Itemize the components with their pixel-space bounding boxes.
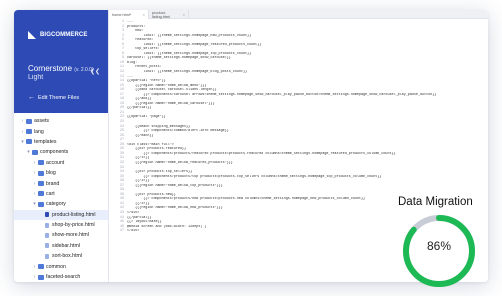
code-text: {{{region name="home_below_new_products"…: [127, 206, 223, 211]
folder-icon: [38, 191, 44, 197]
line-number: 47: [119, 229, 124, 234]
edit-theme-files-link[interactable]: ← Edit Theme Files: [28, 94, 79, 101]
folder-icon: [26, 139, 32, 145]
folder-icon: [38, 181, 44, 187]
tree-item-label: shop-by-price.html: [52, 222, 95, 229]
code-text: {{/partial}}: [127, 106, 152, 111]
sidebar-header: BIGCOMMERCE Cornerstone (v. 2.0.0) Light…: [14, 10, 108, 113]
folder-icon: [38, 264, 44, 270]
migration-percent: 86%: [426, 239, 452, 253]
folder-icon: [26, 129, 32, 135]
tree-item-label: common: [46, 263, 66, 270]
tree-item-label: account: [46, 159, 65, 166]
folder-icon: [38, 170, 44, 176]
tree-item-label: cart: [46, 190, 55, 197]
editor-tab-label: product-listing.html: [152, 10, 170, 19]
tree-folder[interactable]: › brand: [14, 178, 108, 188]
file-icon: [45, 212, 49, 218]
tree-item-label: show-more.html: [52, 232, 89, 239]
file-icon: [45, 222, 49, 228]
chevron-right-icon: ›: [33, 170, 36, 177]
file-icon: [45, 232, 49, 238]
folder-icon: [38, 274, 44, 280]
folder-icon: [26, 118, 32, 124]
tree-item-label: components: [40, 149, 69, 156]
code-text: {{{region name="home_below_top_products"…: [127, 183, 223, 188]
tree-item-label: category: [46, 201, 66, 208]
code-text: carousel: {{theme_settings.homepage_show…: [127, 56, 231, 61]
brand-name: BIGCOMMERCE: [40, 32, 88, 38]
chevron-right-icon: ›: [33, 263, 36, 270]
tree-item-label: sidebar.html: [52, 242, 80, 249]
folder-icon: [32, 149, 38, 155]
chevron-right-icon: ›: [33, 190, 36, 197]
code-text: {{{region name="home_below_featured_prod…: [127, 160, 233, 165]
code-text: {{> components/products/featured product…: [127, 151, 396, 156]
sidebar: BIGCOMMERCE Cornerstone (v. 2.0.0) Light…: [14, 10, 108, 282]
editor-tab[interactable]: home.html* ×: [109, 10, 149, 19]
arrow-left-icon: ←: [28, 94, 35, 101]
tree-item-label: sort-box.html: [52, 253, 82, 260]
tree-folder[interactable]: › common: [14, 261, 108, 271]
code-text: {{/each}}: [127, 133, 154, 138]
code-text: </div>: [127, 229, 140, 234]
chevron-right-icon: ›: [21, 128, 24, 135]
tree-item-label: assets: [34, 118, 49, 125]
tree-file[interactable]: sidebar.html: [14, 241, 108, 251]
tree-file[interactable]: product-listing.html: [14, 209, 108, 220]
tree-folder[interactable]: › assets: [14, 116, 108, 126]
brand-logo: BIGCOMMERCE: [28, 31, 87, 39]
tree-folder[interactable]: › account: [14, 158, 108, 168]
tree-item-label: blog: [46, 170, 56, 177]
chevron-right-icon: ›: [33, 159, 36, 166]
folder-icon: [38, 160, 44, 166]
code-line: 17 {{> components/carousel arrows=theme_…: [109, 93, 488, 98]
data-migration-title: Data Migration: [398, 196, 473, 208]
close-tab-icon[interactable]: ×: [183, 12, 185, 17]
tree-folder[interactable]: ▾ category: [14, 199, 108, 209]
tree-folder[interactable]: › lang: [14, 126, 108, 136]
chevron-right-icon: ›: [33, 180, 36, 187]
chevron-down-icon: ▾: [21, 138, 24, 145]
tree-item-label: product-listing.html: [52, 211, 96, 218]
tree-folder[interactable]: ▾ templates: [14, 137, 108, 147]
file-icon: [45, 243, 49, 249]
tree-item-label: brand: [46, 180, 60, 187]
tree-folder[interactable]: › blog: [14, 168, 108, 178]
chevron-down-icon: ▾: [27, 149, 30, 156]
tree-item-label: faceted-search: [46, 274, 81, 281]
folder-icon: [38, 201, 44, 207]
bigcommerce-logo-icon: [28, 31, 38, 39]
code-text: limit: {{theme_settings.homepage_blog_po…: [127, 70, 248, 75]
tree-folder[interactable]: › cart: [14, 189, 108, 199]
editor-tabs: home.html* × product-listing.html ×: [109, 10, 488, 19]
tree-folder[interactable]: › faceted-search: [14, 272, 108, 282]
file-tree: › assets › lang ▾ templates ▾ components › accoun…: [14, 113, 108, 282]
tree-file[interactable]: sort-box.html: [14, 251, 108, 261]
code-text: {{#partial "page"}}: [127, 115, 166, 120]
theme-name-label: Cornerstone: [28, 64, 73, 73]
tree-folder[interactable]: ▾ components: [14, 147, 108, 157]
chevron-down-icon: ▾: [33, 201, 36, 208]
edit-theme-files-label: Edit Theme Files: [38, 94, 80, 101]
code-text: {{> components/products/new products=pro…: [127, 197, 366, 202]
chevron-right-icon: ›: [33, 274, 36, 281]
tree-item-label: lang: [34, 128, 44, 135]
code-text: {{> components/products/top products=pro…: [127, 174, 382, 179]
theme-variation: Light: [28, 74, 44, 81]
tree-item-label: templates: [34, 138, 57, 145]
collapse-sidebar-icon[interactable]: ❮❮: [90, 68, 100, 75]
tree-file[interactable]: show-more.html: [14, 230, 108, 240]
close-tab-icon[interactable]: ×: [143, 12, 145, 17]
editor-tab[interactable]: product-listing.html ×: [149, 10, 189, 19]
file-icon: [45, 253, 49, 259]
chevron-right-icon: ›: [21, 118, 24, 125]
code-text: {{> components/carousel arrows=theme_set…: [127, 92, 437, 97]
editor-tab-label: home.html*: [112, 12, 132, 17]
tree-file[interactable]: shop-by-price.html: [14, 220, 108, 230]
